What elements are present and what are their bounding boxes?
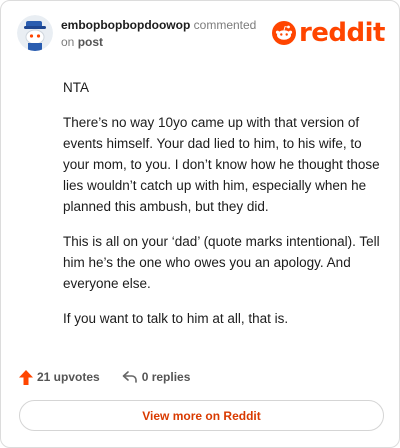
reply-button[interactable]: 0 replies: [122, 370, 191, 384]
on-label: on: [61, 35, 75, 49]
reddit-logo[interactable]: reddit: [271, 18, 386, 48]
view-more-button[interactable]: View more on Reddit: [19, 400, 384, 431]
comment-byline: embopbopbopdoowop commented on post: [61, 17, 256, 51]
upvote-button[interactable]: 21 upvotes: [19, 369, 100, 385]
reddit-snoo-icon: [271, 21, 296, 45]
upvote-arrow-icon: [19, 369, 33, 385]
comment-body: NTA There’s no way 10yo came up with tha…: [63, 77, 383, 343]
comment-header: embopbopbopdoowop commented on post redd…: [17, 15, 386, 51]
comment-paragraph: If you want to talk to him at all, that …: [63, 311, 289, 326]
comment-paragraph: This is all on your ‘dad’ (quote marks i…: [63, 234, 380, 291]
post-link[interactable]: post: [78, 35, 103, 49]
reply-arrow-icon: [122, 371, 137, 383]
username-link[interactable]: embopbopbopdoowop: [61, 18, 190, 32]
comment-card: embopbopbopdoowop commented on post redd…: [0, 0, 400, 448]
reddit-wordmark: reddit: [298, 18, 386, 48]
reply-count: 0 replies: [141, 370, 191, 384]
comment-footer: 21 upvotes 0 replies: [19, 367, 212, 387]
user-avatar[interactable]: [17, 15, 53, 51]
comment-paragraph: NTA: [63, 80, 89, 95]
commented-label: commented: [193, 18, 257, 32]
comment-paragraph: There’s no way 10yo came up with that ve…: [63, 115, 380, 214]
upvote-count: 21 upvotes: [37, 370, 100, 384]
